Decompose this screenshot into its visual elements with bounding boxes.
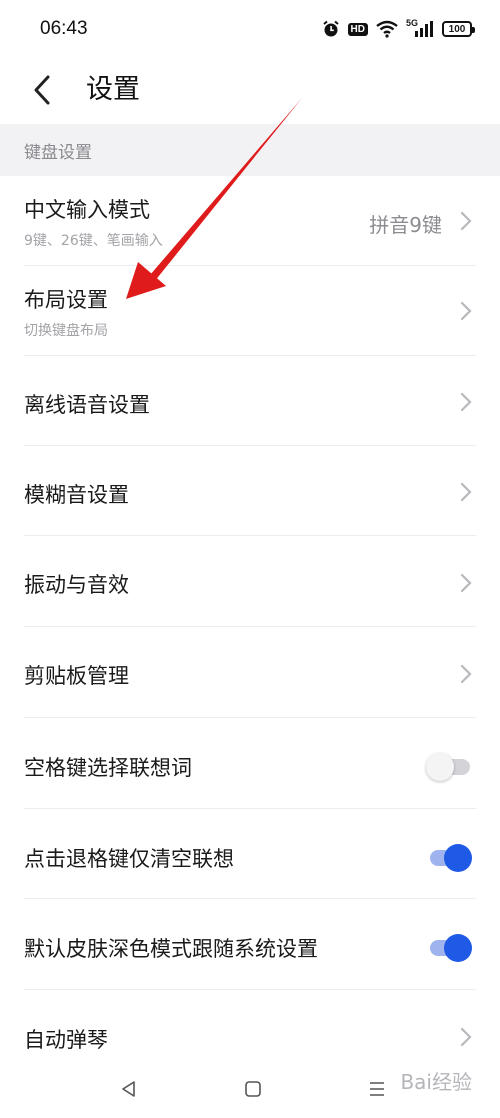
setting-value: 拼音9键 [369, 213, 442, 237]
setting-row-backspace-clear-suggestion: 点击退格键仅清空联想 [0, 809, 500, 899]
network-label: 5G [405, 18, 418, 28]
square-home-icon [245, 1081, 261, 1097]
chevron-right-icon [460, 392, 472, 412]
menu-lines-icon [370, 1082, 384, 1096]
setting-row-space-select-suggestion: 空格键选择联想词 [0, 718, 500, 809]
battery-icon: 100 [442, 21, 475, 37]
setting-row-offline-voice[interactable]: 离线语音设置 [0, 356, 500, 446]
setting-title: 默认皮肤深色模式跟随系统设置 [24, 937, 318, 961]
watermark-logo: Bai经验 [400, 1070, 472, 1094]
setting-row-clipboard[interactable]: 剪贴板管理 [0, 627, 500, 718]
section-header: 键盘设置 [0, 124, 500, 176]
chevron-right-icon [460, 664, 472, 684]
setting-title: 空格键选择联想词 [24, 756, 192, 780]
signal-icon: 5G [405, 18, 434, 38]
setting-row-auto-piano[interactable]: 自动弹琴 [0, 990, 500, 1060]
setting-subtitle: 9键、26键、笔画输入 [24, 233, 163, 249]
dark-mode-follow-toggle[interactable] [426, 934, 472, 962]
setting-row-vibration-sound[interactable]: 振动与音效 [0, 536, 500, 627]
chevron-right-icon [460, 482, 472, 502]
section-label: 键盘设置 [24, 143, 92, 163]
setting-title: 自动弹琴 [24, 1028, 108, 1052]
setting-row-fuzzy-pinyin[interactable]: 模糊音设置 [0, 446, 500, 536]
setting-row-dark-mode-follow-system: 默认皮肤深色模式跟随系统设置 [0, 899, 500, 990]
nav-home-button[interactable] [238, 1074, 268, 1104]
app-header: 设置 [0, 60, 500, 120]
backspace-clear-toggle[interactable] [426, 844, 472, 872]
setting-title: 模糊音设置 [24, 483, 129, 507]
nav-back-button[interactable] [114, 1074, 144, 1104]
triangle-back-icon [122, 1081, 135, 1097]
setting-row-chinese-input-mode[interactable]: 中文输入模式 9键、26键、笔画输入 拼音9键 [0, 176, 500, 266]
setting-title: 振动与音效 [24, 573, 129, 597]
toggle-thumb [444, 934, 472, 962]
setting-row-layout[interactable]: 布局设置 切换键盘布局 [0, 266, 500, 356]
back-button[interactable] [24, 68, 60, 112]
setting-title: 剪贴板管理 [24, 664, 129, 688]
nav-menu-button[interactable] [362, 1074, 392, 1104]
chevron-right-icon [460, 573, 472, 593]
alarm-icon [322, 20, 340, 38]
setting-title: 离线语音设置 [24, 393, 150, 417]
toggle-thumb [444, 844, 472, 872]
wifi-icon [376, 20, 398, 38]
toggle-thumb [426, 753, 454, 781]
space-suggestion-toggle[interactable] [426, 753, 472, 781]
chevron-right-icon [460, 301, 472, 321]
setting-subtitle: 切换键盘布局 [24, 323, 108, 339]
chevron-right-icon [460, 1027, 472, 1047]
page-title: 设置 [86, 74, 140, 105]
status-bar: 06:43 HD 5G 100 [0, 0, 500, 60]
status-time: 06:43 [40, 18, 88, 39]
hd-badge: HD [347, 22, 368, 36]
chevron-right-icon [460, 211, 472, 231]
setting-title: 布局设置 [24, 288, 108, 312]
setting-title: 点击退格键仅清空联想 [24, 847, 234, 871]
setting-title: 中文输入模式 [24, 198, 150, 222]
status-icons: HD 5G 100 [322, 18, 475, 38]
chevron-left-icon [34, 75, 50, 105]
